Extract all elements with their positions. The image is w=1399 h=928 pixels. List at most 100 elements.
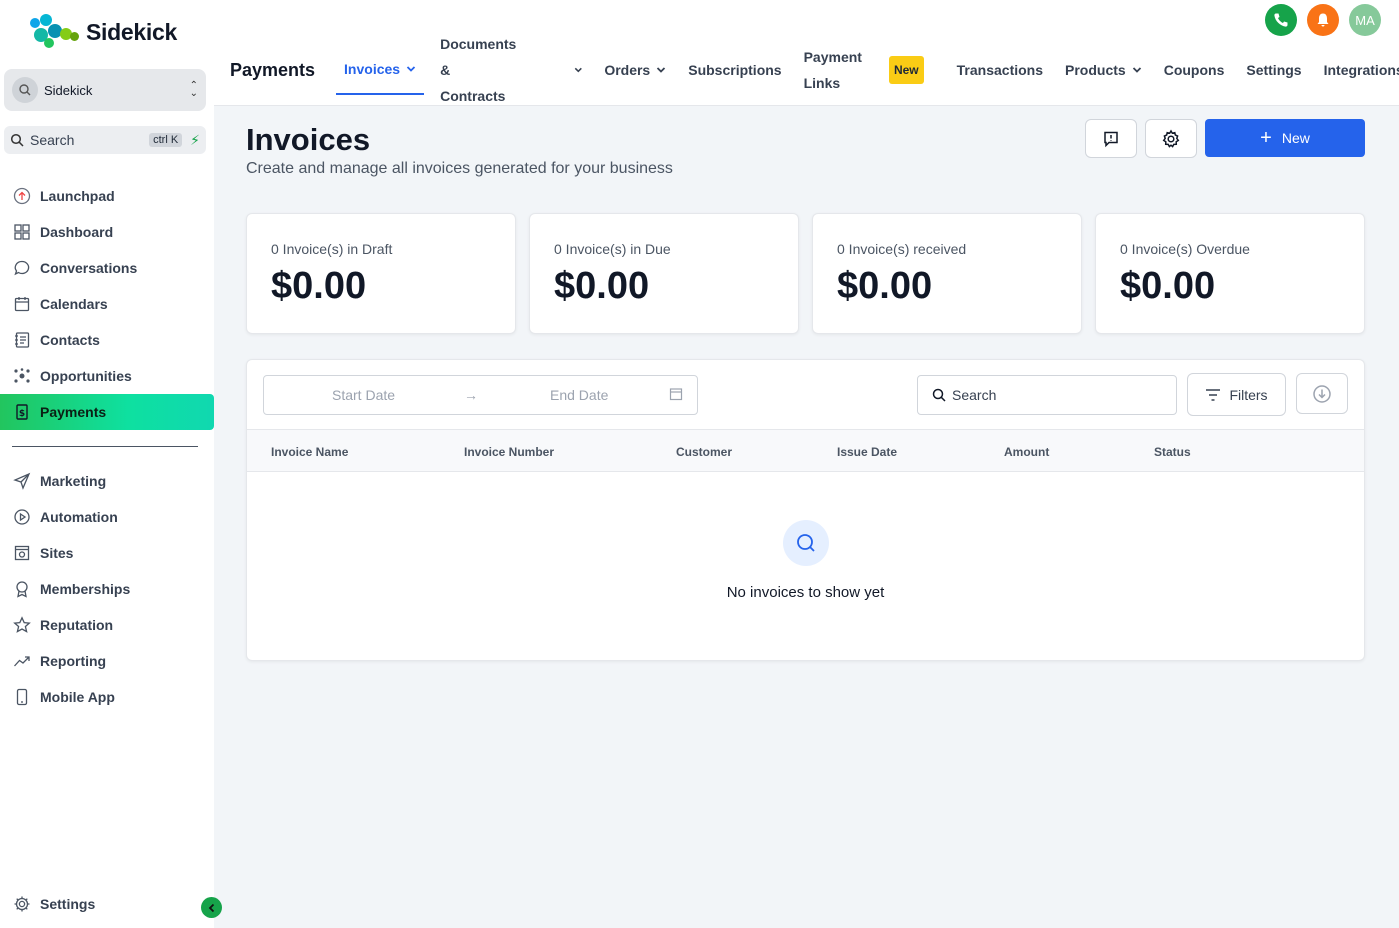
sidebar-item-payments[interactable]: $ Payments — [0, 394, 214, 430]
sidebar-item-label: Reporting — [40, 653, 107, 669]
sidebar-divider — [12, 446, 198, 447]
tab-payment-links[interactable]: Payment Links New — [804, 44, 924, 96]
filter-icon — [1206, 388, 1221, 401]
sidebar-search[interactable]: Search ctrl K ⚡ — [4, 126, 206, 154]
mobile-icon — [12, 687, 32, 707]
gear-icon — [12, 894, 32, 914]
column-header[interactable]: Status — [1154, 445, 1191, 459]
filters-label: Filters — [1229, 386, 1268, 403]
new-button-label: New — [1281, 130, 1310, 146]
bell-icon — [1317, 13, 1329, 27]
sidebar-item-memberships[interactable]: Memberships — [0, 571, 214, 607]
launchpad-icon — [12, 186, 32, 206]
tab-label: Integrations — [1323, 62, 1399, 78]
column-header[interactable]: Amount — [1004, 445, 1049, 459]
sidebar-item-marketing[interactable]: Marketing — [0, 463, 214, 499]
download-icon — [1313, 384, 1331, 403]
sidebar-item-sites[interactable]: Sites — [0, 535, 214, 571]
settings-button[interactable] — [1145, 119, 1197, 158]
sidebar-item-conversations[interactable]: Conversations — [0, 250, 214, 286]
bolt-icon[interactable]: ⚡ — [190, 132, 200, 149]
column-header[interactable]: Issue Date — [837, 445, 897, 459]
sidebar-item-contacts[interactable]: Contacts — [0, 322, 214, 358]
page-subtitle: Create and manage all invoices generated… — [246, 160, 673, 177]
stat-value: $0.00 — [837, 265, 933, 307]
top-header: MA Payments Invoices Documents & Contract… — [214, 0, 1399, 106]
tab-label: Orders — [604, 62, 651, 78]
new-invoice-button[interactable]: + New — [1205, 119, 1365, 157]
page-section-title: Payments — [230, 59, 316, 80]
phone-button[interactable] — [1265, 4, 1297, 36]
tab-coupons[interactable]: Coupons — [1164, 62, 1225, 78]
column-header[interactable]: Invoice Name — [271, 445, 348, 459]
sidebar-item-label: Marketing — [40, 473, 107, 489]
chevron-updown-icon: ⌃ ⌄ — [189, 80, 198, 99]
tab-invoices[interactable]: Invoices — [336, 45, 425, 95]
notifications-button[interactable] — [1307, 4, 1339, 36]
table-search-input[interactable]: Search — [917, 375, 1177, 415]
sidebar-item-label: Mobile App — [40, 689, 115, 705]
tab-label: Coupons — [1163, 62, 1225, 78]
collapse-sidebar-button[interactable] — [201, 897, 222, 918]
chevron-down-icon — [574, 67, 582, 73]
feedback-button[interactable] — [1085, 119, 1137, 158]
column-header[interactable]: Invoice Number — [464, 445, 554, 459]
sidebar-item-label: Opportunities — [40, 368, 132, 384]
sidebar-item-mobile-app[interactable]: Mobile App — [0, 679, 214, 715]
tab-documents-contracts[interactable]: Documents & Contracts — [440, 31, 582, 109]
search-placeholder: Search — [952, 387, 997, 403]
filters-button[interactable]: Filters — [1187, 373, 1286, 416]
chevron-down-icon — [657, 67, 666, 73]
arrow-right-icon: → — [464, 387, 478, 403]
calendar-icon — [669, 387, 683, 404]
tab-subscriptions[interactable]: Subscriptions — [688, 62, 781, 78]
sidebar-item-label: Sites — [40, 545, 74, 561]
sidebar-item-launchpad[interactable]: Launchpad — [0, 178, 214, 214]
opportunities-icon — [12, 366, 32, 386]
account-switcher[interactable]: Sidekick ⌃ ⌄ — [4, 69, 206, 111]
sidebar-item-label: Memberships — [40, 581, 131, 597]
sidebar-nav-primary: Launchpad Dashboard Conversations Calend… — [0, 178, 214, 430]
sidebar-item-calendars[interactable]: Calendars — [0, 286, 214, 322]
tab-label: Settings — [1246, 62, 1302, 78]
brand-logo[interactable]: Sidekick — [30, 14, 177, 50]
sidebar-item-dashboard[interactable]: Dashboard — [0, 214, 214, 250]
tab-orders[interactable]: Orders — [604, 62, 666, 78]
new-badge: New — [888, 56, 924, 84]
column-header[interactable]: Customer — [676, 445, 732, 459]
sidebar-item-label: Contacts — [40, 332, 100, 348]
membership-icon — [12, 579, 32, 599]
tab-label: Documents & Contracts — [440, 31, 518, 109]
empty-state: No invoices to show yet — [247, 520, 1364, 601]
sidebar-item-automation[interactable]: Automation — [0, 499, 214, 535]
download-button[interactable] — [1296, 373, 1348, 414]
stat-value: $0.00 — [554, 265, 650, 307]
user-avatar[interactable]: MA — [1349, 4, 1381, 36]
payments-icon: $ — [12, 402, 32, 422]
chat-icon — [12, 258, 32, 278]
stat-card-due: 0 Invoice(s) in Due $0.00 — [529, 213, 799, 334]
sidebar-nav-secondary: Marketing Automation Sites Memberships R… — [0, 463, 214, 715]
tab-settings[interactable]: Settings — [1246, 62, 1301, 78]
tab-products[interactable]: Products — [1065, 62, 1142, 78]
sidebar-item-reporting[interactable]: Reporting — [0, 643, 214, 679]
sidebar-settings-label: Settings — [40, 896, 96, 912]
dashboard-icon — [12, 222, 32, 242]
tab-integrations[interactable]: Integrations — [1324, 62, 1399, 78]
empty-search-icon — [782, 520, 829, 566]
sidebar-item-label: Conversations — [40, 260, 138, 276]
reporting-icon — [12, 651, 32, 671]
sidebar-item-reputation[interactable]: Reputation — [0, 607, 214, 643]
sidebar-item-label: Automation — [40, 509, 118, 525]
tab-label: Invoices — [344, 61, 401, 77]
account-name: Sidekick — [44, 82, 93, 98]
feedback-icon — [1104, 131, 1118, 147]
sidebar-item-opportunities[interactable]: Opportunities — [0, 358, 214, 394]
star-icon — [12, 615, 32, 635]
date-range-picker[interactable]: Start Date → End Date — [263, 375, 698, 415]
chevron-down-icon — [406, 66, 416, 72]
sidebar-item-settings[interactable]: Settings — [12, 894, 95, 914]
tab-transactions[interactable]: Transactions — [957, 62, 1043, 78]
stat-label: 0 Invoice(s) received — [837, 241, 967, 257]
start-date-placeholder: Start Date — [332, 387, 396, 403]
